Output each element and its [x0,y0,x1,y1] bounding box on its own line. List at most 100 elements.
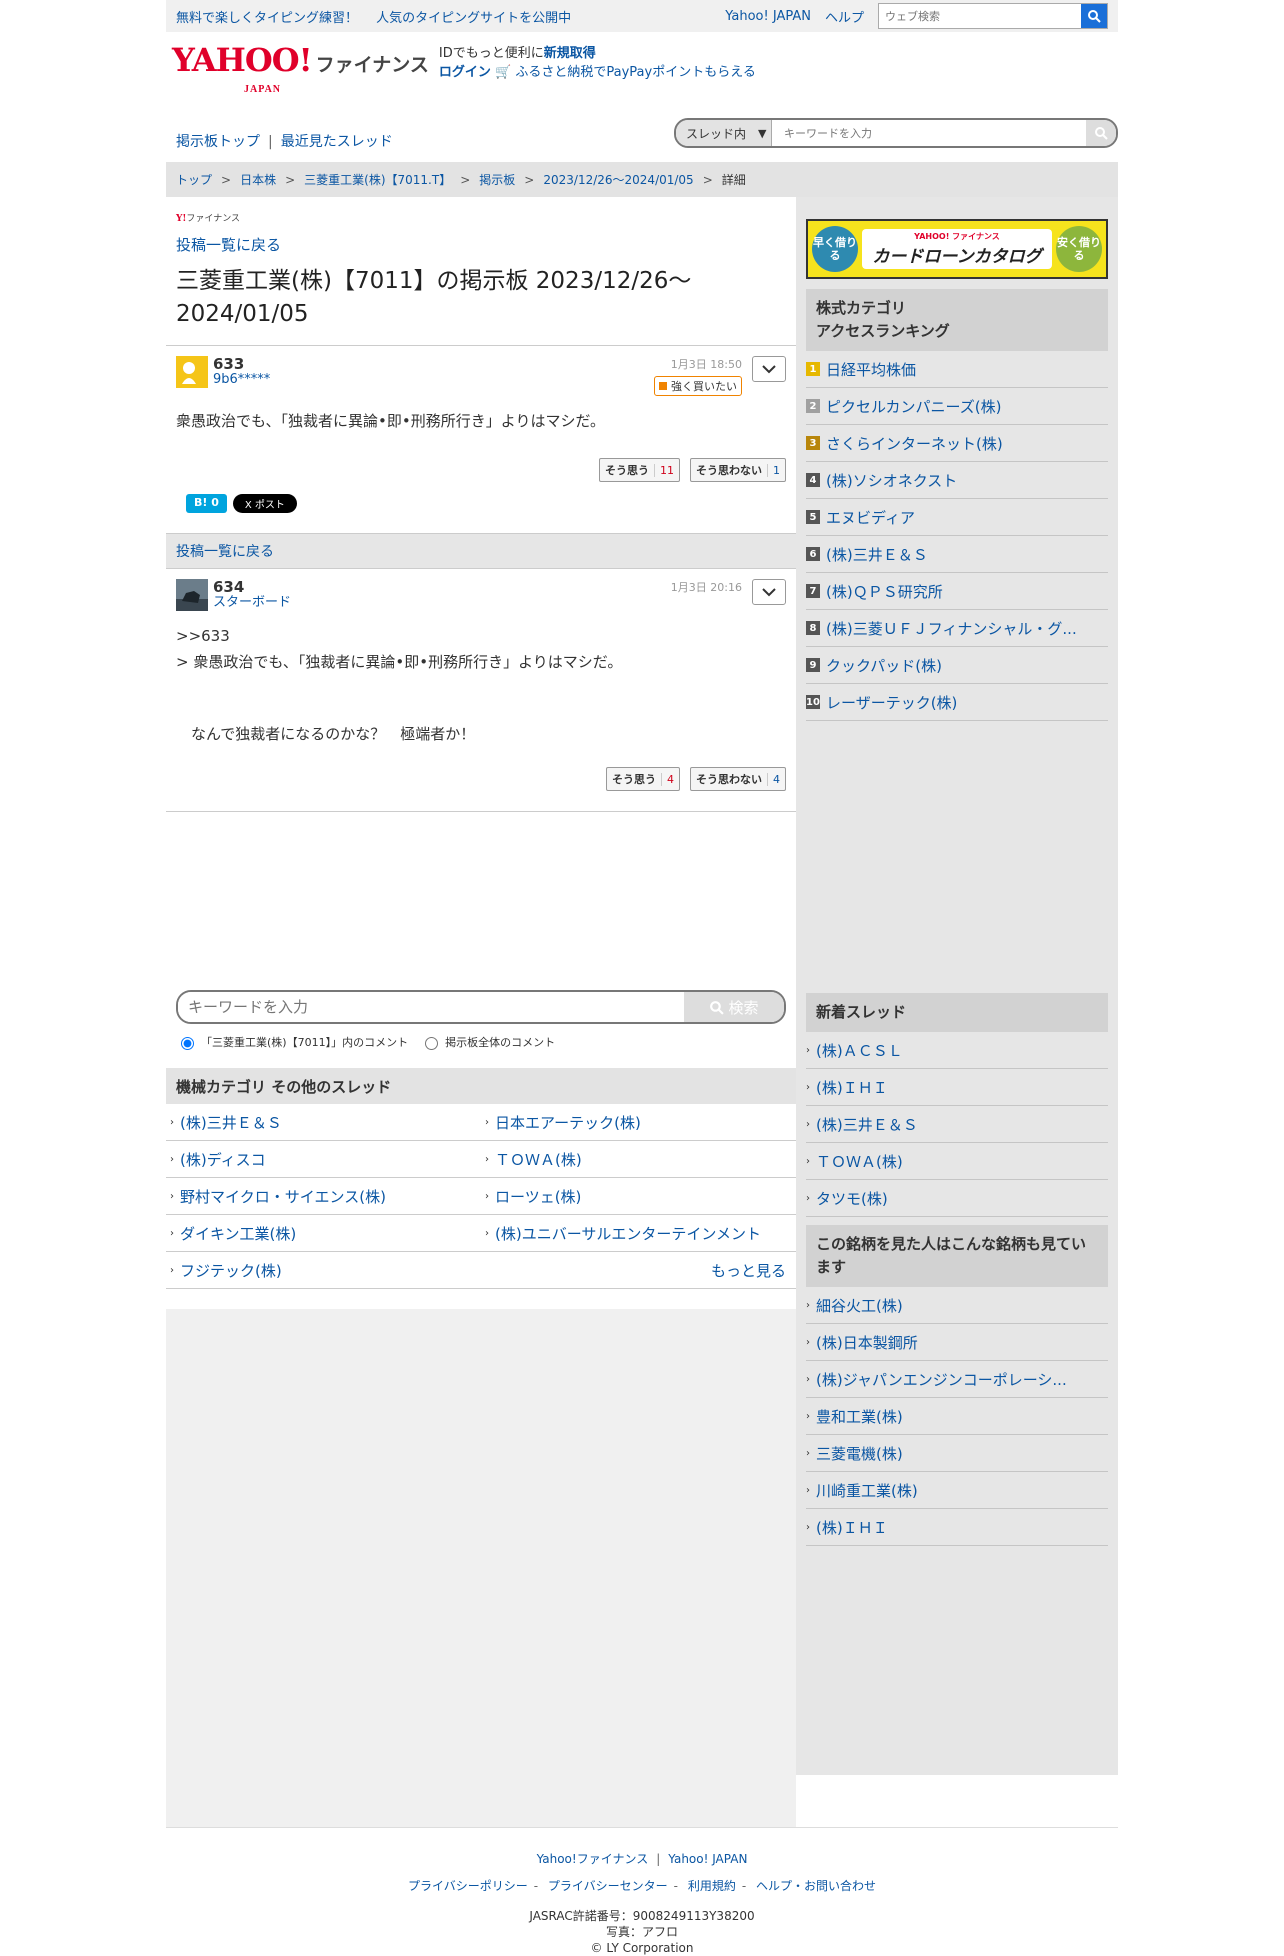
web-search-button[interactable] [1081,4,1107,28]
help-contact-link[interactable]: ヘルプ・お問い合わせ [756,1879,876,1893]
keyword-search-button[interactable]: 検索 [684,992,784,1022]
typing-promo-link[interactable]: 無料で楽しくタイピング練習！ [176,11,358,26]
post-user[interactable]: 9b6***** [213,372,270,387]
also-viewed-item[interactable]: › (株)ＩＨＩ [806,1509,1108,1546]
back-to-list-link-2[interactable]: 投稿一覧に戻る [176,541,274,561]
disagree-button[interactable]: そう思わない 1 [690,458,786,482]
avatar[interactable] [176,579,208,611]
footer-yahoo-finance-link[interactable]: Yahoo!ファイナンス [537,1852,649,1866]
post-menu-button[interactable] [752,356,786,382]
footer-yahoo-japan-link[interactable]: Yahoo! JAPAN [668,1852,747,1866]
thread-link[interactable]: › ローツェ(株) [481,1178,796,1215]
also-viewed-item[interactable]: › 豊和工業(株) [806,1398,1108,1435]
new-thread-item-link[interactable]: (株)ＩＨＩ [816,1077,888,1098]
breadcrumb-board[interactable]: 掲示板 [479,171,515,188]
ranking-item[interactable]: 2 ピクセルカンパニーズ(株) [806,388,1108,425]
also-viewed-item-link[interactable]: 三菱電機(株) [816,1443,903,1464]
breadcrumb-period[interactable]: 2023/12/26〜2024/01/05 [543,171,693,188]
thread-link[interactable]: › (株)ユニバーサルエンターテインメント [481,1215,796,1252]
ranking-link[interactable]: ピクセルカンパニーズ(株) [826,396,1002,417]
new-thread-item[interactable]: › (株)三井Ｅ＆Ｓ [806,1106,1108,1143]
furusato-link[interactable]: ふるさと納税でPayPayポイントもらえる [515,65,755,80]
ranking-link[interactable]: (株)ソシオネクスト [826,470,957,491]
thread-link[interactable]: › 野村マイクロ・サイエンス(株) [166,1178,481,1215]
thread-link[interactable]: › ダイキン工業(株) [166,1215,481,1252]
also-viewed-item-link[interactable]: 豊和工業(株) [816,1406,903,1427]
ranking-link[interactable]: さくらインターネット(株) [826,433,1003,454]
ranking-item[interactable]: 6 (株)三井Ｅ＆Ｓ [806,536,1108,573]
back-to-list-link[interactable]: 投稿一覧に戻る [176,236,281,254]
new-thread-item-link[interactable]: (株)三井Ｅ＆Ｓ [816,1114,918,1135]
ranking-link[interactable]: エヌビディア [826,507,915,528]
post-number[interactable]: 633 [213,356,270,372]
help-link[interactable]: ヘルプ [825,7,864,26]
ranking-item[interactable]: 1 日経平均株価 [806,351,1108,388]
privacy-center-link[interactable]: プライバシーセンター [548,1879,668,1893]
ranking-link[interactable]: クックパッド(株) [826,655,942,676]
search-scope-select[interactable]: スレッド内 ▼ [676,120,772,146]
signup-link[interactable]: 新規取得 [544,46,596,61]
thread-link[interactable]: › フジテック(株) [166,1252,481,1289]
disagree-button[interactable]: そう思わない 4 [690,767,786,791]
thread-search-button[interactable] [1086,120,1116,146]
ranking-link[interactable]: (株)ＱＰＳ研究所 [826,581,943,602]
ranking-item[interactable]: 9 クックパッド(株) [806,647,1108,684]
also-viewed-item[interactable]: › (株)ジャパンエンジンコーポレーシ... [806,1361,1108,1398]
thread-link[interactable]: › (株)三井Ｅ＆Ｓ [166,1104,481,1141]
radio-all-boards[interactable]: 掲示板全体のコメント [420,1034,555,1050]
thread-link[interactable]: › 日本エアーテック(株) [481,1104,796,1141]
thread-link[interactable]: › ＴＯＷＡ(株) [481,1141,796,1178]
privacy-policy-link[interactable]: プライバシーポリシー [408,1879,528,1893]
radio-in-thread[interactable]: 「三菱重工業(株)【7011】」内のコメント [176,1034,408,1050]
also-viewed-item[interactable]: › 川崎重工業(株) [806,1472,1108,1509]
more-link[interactable]: もっと見る [711,1260,786,1281]
post-user[interactable]: スターボード [213,595,291,610]
ranking-item[interactable]: 3 さくらインターネット(株) [806,425,1108,462]
yahoo-finance-logo[interactable]: YAHOO! JAPAN ファイナンス [166,44,429,95]
new-thread-item[interactable]: › (株)ＩＨＩ [806,1069,1108,1106]
breadcrumb-japan-stocks[interactable]: 日本株 [240,171,276,188]
thread-link[interactable]: › (株)ディスコ [166,1141,481,1178]
ranking-item[interactable]: 8 (株)三菱ＵＦＪフィナンシャル・グ... [806,610,1108,647]
recent-threads-link[interactable]: 最近見たスレッド [281,134,393,150]
board-top-link[interactable]: 掲示板トップ [176,134,260,150]
breadcrumb-stock[interactable]: 三菱重工業(株)【7011.T】 [304,171,451,188]
also-viewed-item-link[interactable]: (株)ＩＨＩ [816,1517,888,1538]
also-viewed-item[interactable]: › 三菱電機(株) [806,1435,1108,1472]
keyword-search-input[interactable] [178,992,684,1022]
agree-button[interactable]: そう思う 4 [606,767,680,791]
ranking-link[interactable]: (株)三井Ｅ＆Ｓ [826,544,928,565]
web-search-input[interactable] [879,4,1081,28]
agree-button[interactable]: そう思う 11 [599,458,680,482]
hatena-bookmark-button[interactable]: B! 0 [186,494,227,513]
card-loan-banner[interactable]: 早く借りる YAHOO! ファイナンス カードローンカタログ 安く借りる [806,219,1108,279]
ranking-item[interactable]: 10 レーザーテック(株) [806,684,1108,721]
ranking-item[interactable]: 7 (株)ＱＰＳ研究所 [806,573,1108,610]
x-post-button[interactable]: X ポスト [232,494,297,513]
ranking-link[interactable]: 日経平均株価 [826,359,916,380]
ranking-link[interactable]: (株)三菱ＵＦＪフィナンシャル・グ... [826,618,1077,639]
post-menu-button[interactable] [752,579,786,605]
typing-promo-link-2[interactable]: 人気のタイピングサイトを公開中 [376,11,571,26]
also-viewed-item-link[interactable]: (株)ジャパンエンジンコーポレーシ... [816,1369,1067,1390]
thread-search-input[interactable] [772,125,1086,141]
login-link[interactable]: ログイン [439,65,491,80]
also-viewed-item-link[interactable]: (株)日本製鋼所 [816,1332,918,1353]
ranking-item[interactable]: 4 (株)ソシオネクスト [806,462,1108,499]
new-thread-item-link[interactable]: (株)ＡＣＳＬ [816,1040,903,1061]
new-thread-item-link[interactable]: タツモ(株) [816,1188,888,1209]
also-viewed-item[interactable]: › (株)日本製鋼所 [806,1324,1108,1361]
avatar[interactable] [176,356,208,388]
ranking-item[interactable]: 5 エヌビディア [806,499,1108,536]
new-thread-item-link[interactable]: ＴＯＷＡ(株) [816,1151,903,1172]
new-thread-item[interactable]: › ＴＯＷＡ(株) [806,1143,1108,1180]
new-thread-item[interactable]: › (株)ＡＣＳＬ [806,1032,1108,1069]
also-viewed-item-link[interactable]: 川崎重工業(株) [816,1480,918,1501]
post-number[interactable]: 634 [213,579,291,595]
breadcrumb-top[interactable]: トップ [176,171,212,188]
also-viewed-item[interactable]: › 細谷火工(株) [806,1287,1108,1324]
terms-link[interactable]: 利用規約 [688,1879,736,1893]
yahoo-japan-link[interactable]: Yahoo! JAPAN [725,9,811,24]
new-thread-item[interactable]: › タツモ(株) [806,1180,1108,1217]
also-viewed-item-link[interactable]: 細谷火工(株) [816,1295,903,1316]
